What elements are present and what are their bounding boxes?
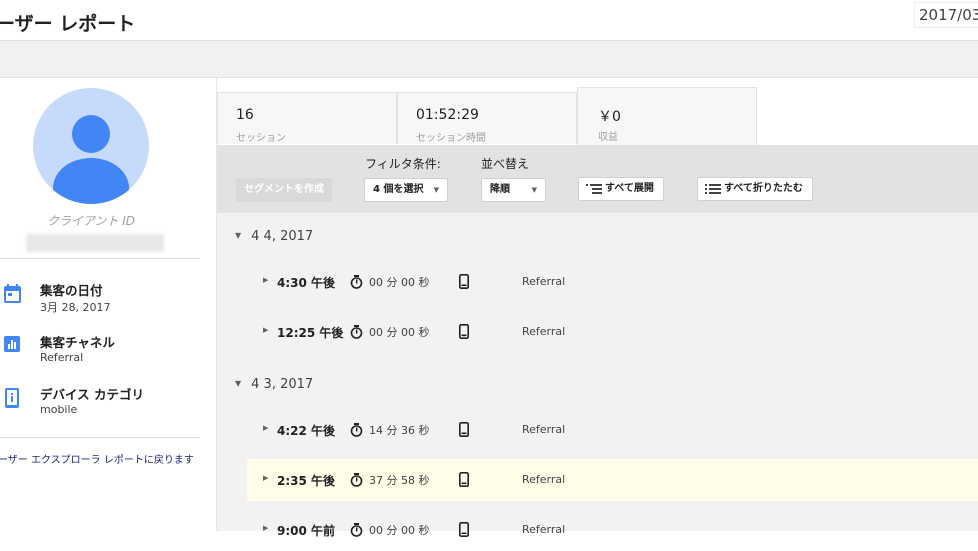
report-subbar [0, 41, 978, 78]
mobile-device-icon [459, 422, 469, 437]
info-title: 集客チャネル [40, 335, 115, 350]
caret-right-icon: ▶ [263, 424, 269, 432]
calendar-icon [4, 284, 21, 303]
timer-icon [350, 325, 363, 339]
caret-down-icon: ▼ [433, 186, 439, 194]
session-row[interactable]: ▶ 12:25 午後 00 分 00 秒 Referral [247, 311, 978, 353]
date-range-selector[interactable]: 2017/03 [914, 2, 978, 28]
create-segment-button[interactable]: セグメントを作成 [236, 178, 332, 202]
session-duration: 00 分 00 秒 [369, 276, 430, 289]
session-duration: 00 分 00 秒 [369, 524, 430, 537]
info-value: mobile [40, 403, 78, 416]
mobile-device-icon [459, 324, 469, 339]
session-time: 4:30 午後 [277, 276, 336, 290]
report-header: ーザー レポート 2017/03 [0, 0, 978, 41]
expand-all-label: すべて展開 [605, 183, 654, 194]
mobile-device-icon [459, 472, 469, 487]
bar-chart-icon [4, 336, 20, 352]
info-title: 集客の日付 [40, 283, 103, 298]
page-title: ーザー レポート [0, 13, 136, 35]
metric-value: 01:52:29 [416, 107, 479, 123]
timer-icon [350, 275, 363, 289]
mobile-device-icon [459, 274, 469, 289]
session-channel: Referral [522, 523, 566, 536]
timer-icon [350, 523, 363, 537]
date-group-label: 4 4, 2017 [251, 229, 314, 244]
client-id-value-redacted [26, 234, 164, 252]
divider [0, 258, 200, 259]
user-icon [53, 115, 129, 204]
info-value: Referral [40, 351, 84, 364]
expand-all-button[interactable]: すべて展開 [578, 177, 664, 201]
divider [0, 437, 200, 438]
info-item-acquisition-date: 集客の日付 3月 28, 2017 [0, 280, 200, 320]
date-group-label: 4 3, 2017 [251, 377, 314, 392]
metric-tab-session-duration[interactable]: 01:52:29 セッション時間 [397, 92, 577, 144]
info-item-acquisition-channel: 集客チャネル Referral [0, 332, 200, 372]
info-title: デバイス カテゴリ [40, 387, 144, 402]
session-time: 2:35 午後 [277, 474, 336, 488]
filter-select-dropdown[interactable]: 4 個を選択 ▼ [364, 178, 448, 202]
collapse-all-icon [705, 184, 721, 194]
caret-down-icon: ▼ [235, 231, 242, 240]
timer-icon [350, 473, 363, 487]
info-value: 3月 28, 2017 [40, 301, 111, 314]
session-list: ▼ 4 4, 2017 ▶ 4:30 午後 00 分 00 秒 Referral … [217, 213, 978, 538]
metric-tab-sessions[interactable]: 16 セッション [217, 92, 397, 144]
caret-down-icon: ▼ [235, 379, 242, 388]
device-info-icon [5, 388, 19, 408]
session-channel: Referral [522, 473, 566, 486]
metric-value: 16 [236, 107, 254, 123]
filter-label: フィルタ条件: [365, 157, 441, 171]
filter-select-value: 4 個を選択 [373, 184, 424, 195]
back-to-explorer-link[interactable]: ーザー エクスプローラ レポートに戻ります [0, 451, 194, 466]
session-row[interactable]: ▶ 4:30 午後 00 分 00 秒 Referral [247, 261, 978, 303]
caret-right-icon: ▶ [263, 326, 269, 334]
session-channel: Referral [522, 423, 566, 436]
session-duration: 00 分 00 秒 [369, 326, 430, 339]
caret-right-icon: ▶ [263, 474, 269, 482]
client-id-label: クライアント ID [46, 214, 136, 228]
metric-label: セッション時間 [416, 133, 486, 144]
metric-label: セッション [236, 133, 286, 144]
session-time: 4:22 午後 [277, 424, 336, 438]
date-group-header[interactable]: ▼ 4 4, 2017 [235, 229, 313, 249]
session-duration: 14 分 36 秒 [369, 424, 430, 437]
session-toolbar: フィルタ条件: 並べ替え セグメントを作成 4 個を選択 ▼ 降順 ▼ すべて展… [217, 145, 978, 213]
sort-order-dropdown[interactable]: 降順 ▼ [481, 178, 546, 202]
metric-label: 収益 [598, 132, 618, 143]
timer-icon [350, 423, 363, 437]
session-channel: Referral [522, 275, 566, 288]
user-info-panel: クライアント ID 集客の日付 3月 28, 2017 集客チャネル Refer… [0, 78, 217, 531]
metric-value: ￥0 [598, 109, 621, 125]
caret-down-icon: ▼ [531, 186, 537, 194]
session-row-highlighted[interactable]: ▶ 2:35 午後 37 分 58 秒 Referral [247, 459, 978, 501]
session-row[interactable]: ▶ 4:22 午後 14 分 36 秒 Referral [247, 409, 978, 451]
mobile-device-icon [459, 522, 469, 537]
caret-right-icon: ▶ [263, 276, 269, 284]
expand-all-icon [586, 184, 602, 194]
sort-order-value: 降順 [490, 184, 510, 195]
session-time: 12:25 午後 [277, 326, 344, 340]
session-channel: Referral [522, 325, 566, 338]
collapse-all-label: すべて折りたたむ [724, 183, 803, 194]
metric-tab-revenue[interactable]: ￥0 収益 [577, 87, 757, 145]
collapse-all-button[interactable]: すべて折りたたむ [697, 177, 813, 201]
info-item-device-category: デバイス カテゴリ mobile [0, 384, 200, 424]
sort-label: 並べ替え [481, 157, 530, 171]
session-row[interactable]: ▶ 9:00 午前 00 分 00 秒 Referral [247, 509, 978, 551]
date-group-header[interactable]: ▼ 4 3, 2017 [235, 377, 313, 397]
session-duration: 37 分 58 秒 [369, 474, 430, 487]
avatar [33, 88, 149, 204]
